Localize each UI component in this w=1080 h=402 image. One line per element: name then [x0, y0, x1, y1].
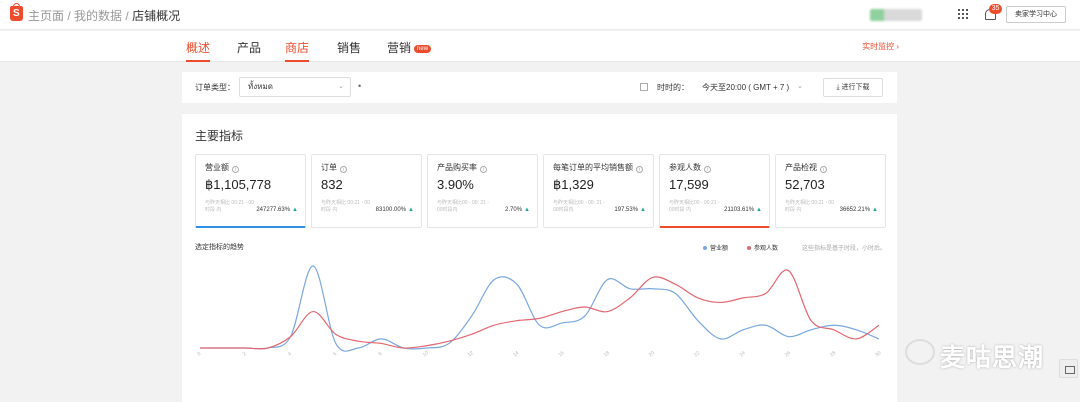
tab-shop[interactable]: 商店	[285, 39, 310, 62]
x-tick-label: 18	[603, 350, 611, 358]
legend-sales[interactable]: 营业额	[703, 243, 728, 252]
panel-title: 主要指标	[195, 129, 244, 143]
x-tick-label: 6	[332, 351, 338, 358]
metric-change: 247277.63% ▲	[256, 207, 298, 213]
x-tick-label: 20	[648, 350, 656, 358]
metric-value: 52,703	[785, 177, 825, 192]
breadcrumb-my-data[interactable]: 我的数据	[74, 9, 122, 23]
period-select[interactable]: 今天至20:00 ( GMT + 7 )	[702, 82, 789, 93]
metric-compare-text: 与昨天相比00 - 00: 21 - 00时段内	[437, 200, 489, 213]
order-type-label: 订单类型：	[195, 83, 235, 92]
x-tick-label: 0	[196, 351, 202, 358]
x-tick-label: 12	[467, 350, 475, 358]
series-line-1	[200, 269, 880, 350]
x-tick-label: 14	[512, 350, 520, 358]
info-icon[interactable]: i	[232, 166, 239, 173]
shopee-logo-icon[interactable]: S	[10, 3, 23, 21]
trend-line-chart: 0 2 4 6 8 10 12 14 16 18 20 22 24 26 28 30	[196, 265, 883, 358]
arrow-up-icon: ▲	[408, 207, 414, 213]
key-metrics-panel: 主要指标 营业额 i ฿1,105,778 与昨天相比 00:21 - 00时段 …	[182, 114, 897, 402]
chart-subtitle: 选定指标的趋势	[195, 244, 244, 251]
arrow-up-icon: ▲	[756, 207, 762, 213]
x-tick-label: 26	[784, 350, 792, 358]
calendar-icon	[640, 83, 648, 91]
arrow-up-icon: ▲	[640, 207, 646, 213]
notification-badge: 35	[989, 4, 1002, 14]
x-tick-label: 16	[557, 350, 565, 358]
metric-value: 17,599	[669, 177, 709, 192]
metric-change: 83100.00% ▲	[375, 207, 414, 213]
breadcrumb-home[interactable]: 主页面	[28, 9, 64, 23]
filter-bar: 订单类型： ทั้งหมด ⌄ • 时时的： 今天至20:00 ( GMT + …	[182, 72, 897, 103]
app-grid-icon[interactable]	[958, 9, 968, 19]
export-download-button[interactable]: ⤓ 进行下载	[823, 78, 883, 97]
metric-value: 3.90%	[437, 177, 474, 192]
new-badge: new	[414, 45, 432, 53]
period-label: 时时的：	[657, 83, 689, 92]
x-tick-label: 8	[377, 351, 383, 358]
info-icon[interactable]: i	[704, 166, 711, 173]
legend-dot-icon	[703, 246, 707, 250]
realtime-monitor-link[interactable]: 实时监控 ›	[862, 41, 899, 52]
metric-value: ฿1,329	[553, 177, 594, 192]
x-tick-label: 4	[287, 351, 293, 358]
metric-change: 197.53% ▲	[614, 207, 646, 213]
chevron-down-icon: ⌄	[338, 83, 344, 90]
tab-marketing[interactable]: 营销 new	[387, 39, 432, 62]
metric-value: ฿1,105,778	[205, 177, 272, 192]
x-tick-label: 30	[874, 350, 882, 358]
chevron-down-icon[interactable]: ⌄	[797, 82, 803, 90]
metric-change: 2.70% ▲	[505, 207, 530, 213]
x-tick-label: 22	[693, 350, 701, 358]
blurred-username[interactable]	[870, 9, 922, 21]
metric-compare-text: 与昨天相比00 - 00: 21 - 00时段内	[553, 200, 605, 213]
metric-compare-text: 与昨天相比 00:21 - 00时段 内	[205, 200, 254, 213]
metric-change: 36652.21% ▲	[839, 207, 878, 213]
top-bar: S 主页面 / 我的数据 / 店铺概况 35 卖家学习中心	[0, 0, 1080, 30]
metric-compare-text: 与昨天相比 00:21 - 00时段 内	[321, 200, 370, 213]
metric-card-orders[interactable]: 订单 i 832 与昨天相比 00:21 - 00时段 内 83100.00% ▲	[311, 154, 422, 228]
breadcrumb-current: 店铺概况	[132, 9, 181, 23]
x-tick-label: 28	[829, 350, 837, 358]
info-icon[interactable]: i	[340, 166, 347, 173]
metric-value: 832	[321, 177, 343, 192]
info-icon[interactable]: i	[480, 166, 487, 173]
info-icon[interactable]: i	[820, 166, 827, 173]
metric-card-avg-order[interactable]: 每笔订单的平均销售额 i ฿1,329 与昨天相比00 - 00: 21 - 00…	[543, 154, 654, 228]
arrow-up-icon: ▲	[524, 207, 530, 213]
x-tick-label: 10	[422, 350, 430, 358]
metric-card-conversion[interactable]: 产品购买率 i 3.90% 与昨天相比00 - 00: 21 - 00时段内 2.…	[427, 154, 538, 228]
tab-overview[interactable]: 概述	[186, 39, 211, 62]
legend-dot-icon	[747, 246, 751, 250]
metric-card-product-views[interactable]: 产品检视 i 52,703 与昨天相比 00:21 - 00时段 内 36652.…	[775, 154, 886, 228]
info-icon[interactable]: i	[636, 166, 643, 173]
legend-visitors[interactable]: 参观人数	[747, 243, 778, 252]
x-tick-label: 2	[242, 351, 248, 358]
metric-compare-text: 与昨天相比 00:21 - 00时段 内	[785, 200, 834, 213]
arrow-up-icon: ▲	[292, 207, 298, 213]
nav-bar: 概述 产品 商店 销售 营销 new 实时监控 ›	[0, 31, 1080, 62]
metric-card-sales[interactable]: 营业额 i ฿1,105,778 与昨天相比 00:21 - 00时段 内 247…	[195, 154, 306, 228]
tab-product[interactable]: 产品	[237, 39, 261, 62]
watermark-text: 麦咕思潮	[940, 344, 1045, 372]
side-toolbar-button[interactable]	[1059, 359, 1078, 378]
arrow-up-icon: ▲	[872, 207, 878, 213]
legend-note: 这些指标是基于时段，小时后。	[802, 246, 887, 252]
download-icon: ⤓	[836, 84, 840, 91]
x-tick-label: 24	[738, 350, 746, 358]
metric-compare-text: 与昨天相比00 - 00:21 - 00时段 内	[669, 200, 720, 213]
metric-change: 21103.61% ▲	[724, 207, 762, 213]
tab-sales[interactable]: 销售	[337, 39, 361, 62]
metric-card-visitors[interactable]: 参观人数 i 17,599 与昨天相比00 - 00:21 - 00时段 内 21…	[659, 154, 770, 228]
breadcrumb: 主页面 / 我的数据 / 店铺概况	[28, 9, 181, 23]
seller-center-button[interactable]: 卖家学习中心	[1006, 6, 1066, 23]
wechat-watermark-icon	[905, 339, 935, 365]
order-type-select[interactable]: ทั้งหมด ⌄	[239, 77, 351, 97]
add-filter-icon[interactable]: •	[358, 81, 361, 91]
